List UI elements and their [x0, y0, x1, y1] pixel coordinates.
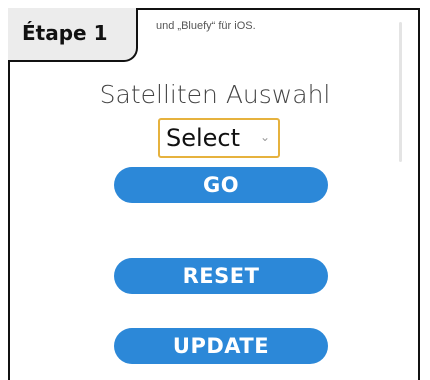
step-badge-label: Étape 1 — [22, 21, 108, 45]
reset-button[interactable]: RESET — [114, 258, 328, 294]
intro-text: und „Bluefy“ für iOS. — [156, 20, 256, 32]
update-button[interactable]: UPDATE — [114, 328, 328, 364]
satellite-select-value: Select — [166, 124, 241, 152]
go-button[interactable]: GO — [114, 167, 328, 203]
chevron-down-icon: ⌄ — [259, 130, 270, 144]
satellite-select[interactable]: Select ⌄ — [158, 118, 280, 158]
page-title: Satelliten Auswahl — [99, 80, 331, 109]
step-badge: Étape 1 — [8, 8, 138, 62]
